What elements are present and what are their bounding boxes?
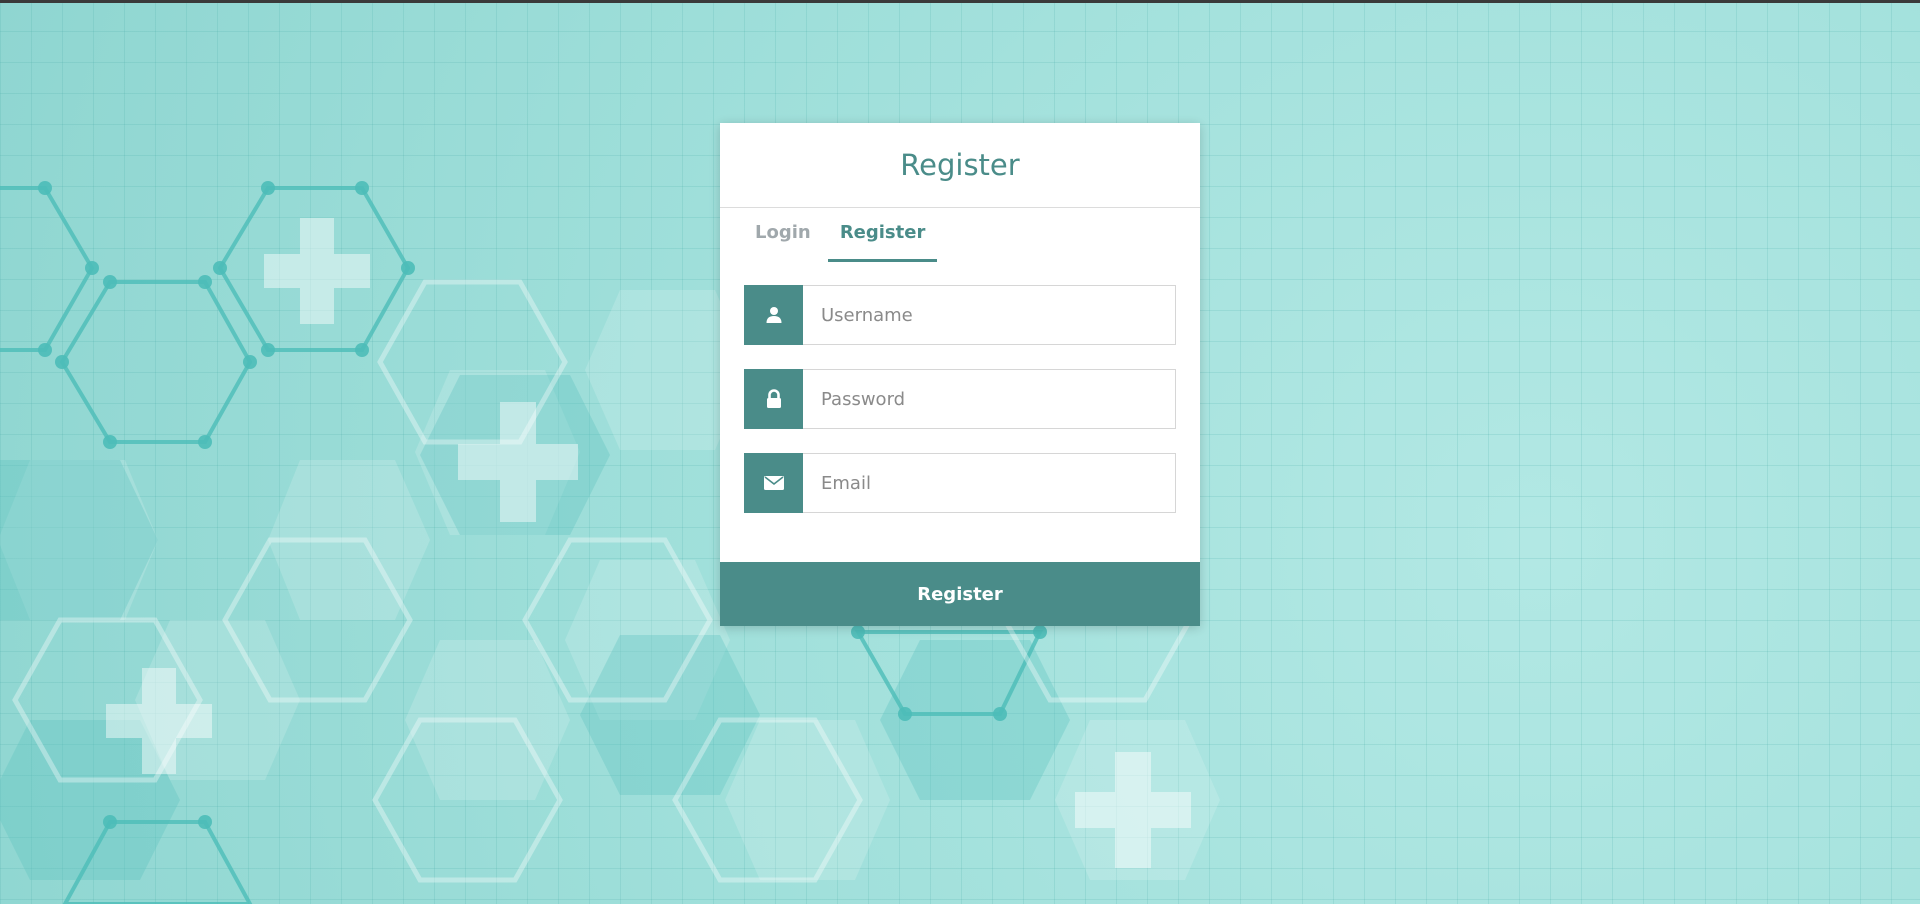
register-button[interactable]: Register [720,562,1200,626]
tab-register[interactable]: Register [827,208,938,262]
tab-login[interactable]: Login [743,208,823,262]
email-field-group [744,453,1176,513]
auth-tabs: Login Register [743,208,1200,262]
register-card: Register Login Register Username Email R… [720,123,1200,626]
email-input[interactable] [803,453,1176,513]
username-field-group [744,285,1176,345]
register-form [720,262,1200,513]
user-icon [744,285,803,345]
card-title: Register [720,123,1200,208]
password-input[interactable] [803,369,1176,429]
password-field-group [744,369,1176,429]
lock-icon [744,369,803,429]
envelope-icon [744,453,803,513]
username-input[interactable] [803,285,1176,345]
